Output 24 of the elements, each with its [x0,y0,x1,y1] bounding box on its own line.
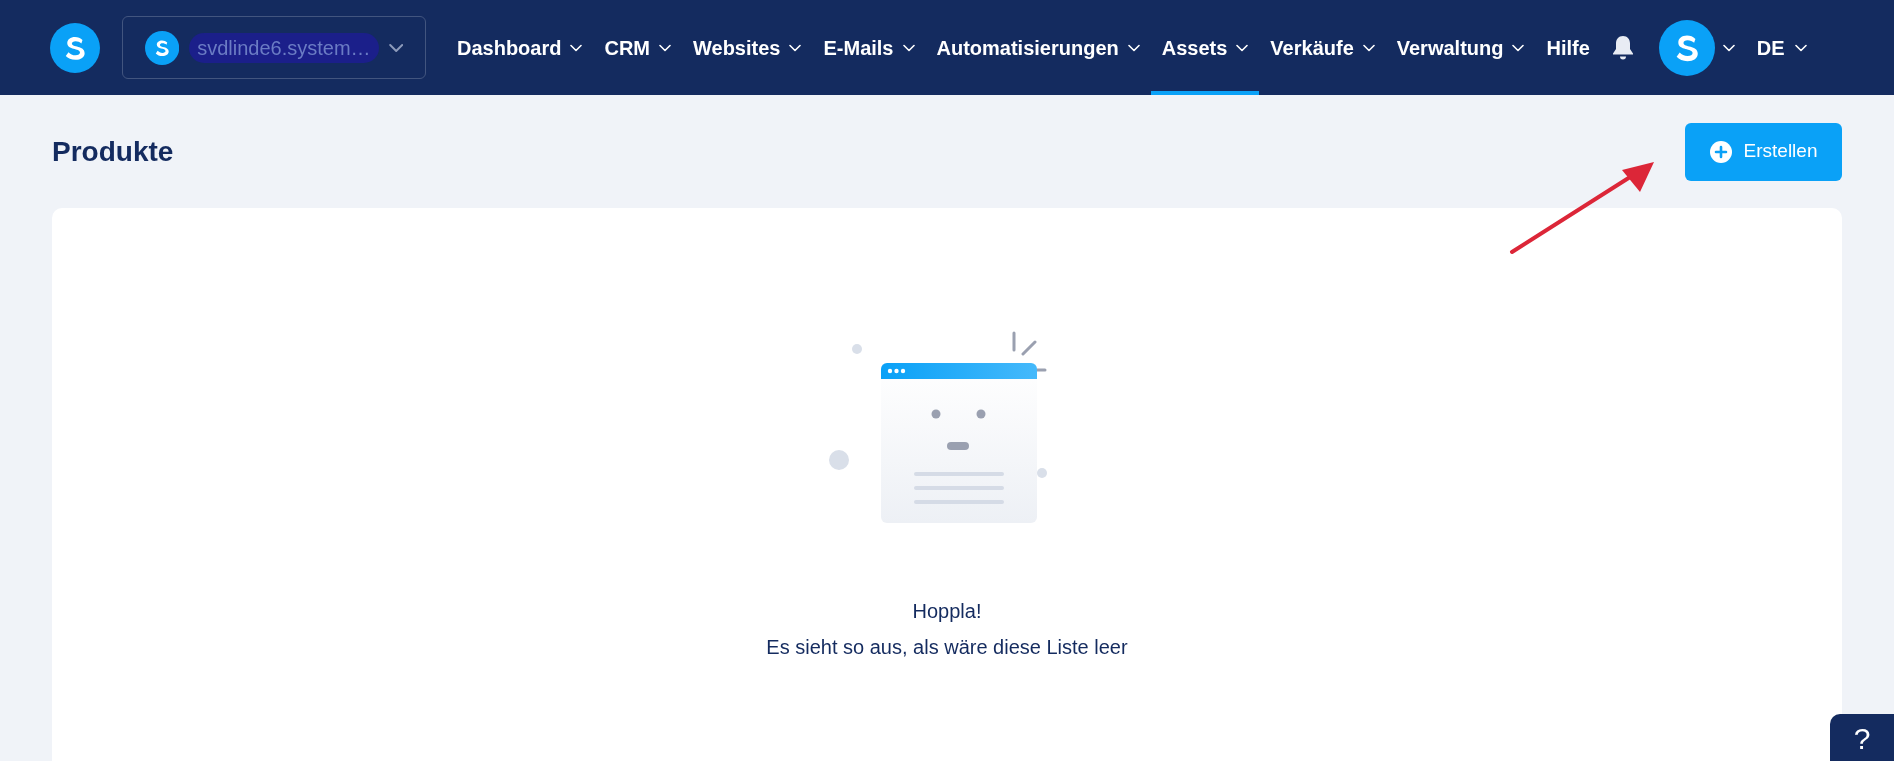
logo-icon [50,22,100,73]
empty-title: Hoppla! [912,599,982,624]
nav-tab[interactable]: Assets [1150,0,1260,95]
nav-tab[interactable]: CRM [593,0,682,95]
nav-tab[interactable]: Verwaltung [1385,0,1536,95]
chevron-down-icon [1794,43,1807,52]
account-avatar-icon [145,28,180,67]
user-avatar-icon [1658,19,1715,76]
plus-circle-icon [1709,140,1732,163]
language-selector[interactable]: DE [1756,32,1807,63]
help-button[interactable]: ? [1830,714,1894,761]
chevron-down-icon [1722,43,1735,52]
page-title: Produkte [52,134,174,169]
nav-tab[interactable]: E-Mails [812,0,926,95]
user-menu-button[interactable] [1658,19,1735,76]
nav-tab[interactable]: Hilfe [1535,0,1601,95]
nav-tab[interactable]: Automatisierungen [925,0,1151,95]
nav-tab[interactable]: Dashboard [446,0,594,95]
chevron-down-icon [388,42,403,53]
empty-message: Es sieht so aus, als wäre diese Liste leer [766,635,1128,660]
nav-tab[interactable]: Verkäufe [1259,0,1386,95]
notification-bell-icon[interactable] [1610,34,1635,61]
account-name: svdlinde6.system… [189,32,379,63]
nav-tab[interactable]: Websites [682,0,813,95]
